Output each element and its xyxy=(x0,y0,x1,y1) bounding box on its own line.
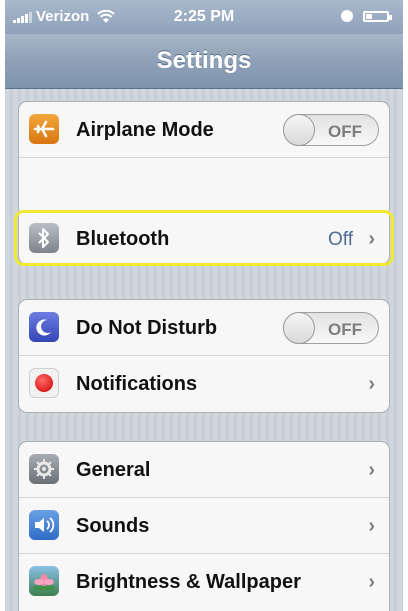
moon-icon xyxy=(29,312,59,342)
speaker-icon xyxy=(29,510,59,540)
battery-icon xyxy=(363,10,392,22)
settings-group-alerts: Do Not Disturb OFF Notifications › xyxy=(18,299,390,413)
do-not-disturb-toggle[interactable]: OFF xyxy=(283,312,379,344)
do-not-disturb-row[interactable]: Do Not Disturb OFF xyxy=(19,300,389,356)
sounds-row[interactable]: Sounds › xyxy=(19,498,389,554)
blank-row xyxy=(19,158,389,216)
rotation-lock-icon xyxy=(341,10,353,22)
status-bar: Verizon 2:25 PM xyxy=(5,0,403,34)
notifications-row[interactable]: Notifications › xyxy=(19,356,389,412)
iphone-screen: Verizon 2:25 PM Settings Airplane Mode O… xyxy=(5,0,403,611)
chevron-right-icon: › xyxy=(368,515,375,537)
airplane-mode-label: Airplane Mode xyxy=(76,119,214,141)
toggle-knob xyxy=(283,114,315,146)
bluetooth-icon xyxy=(29,223,59,253)
chevron-right-icon: › xyxy=(368,228,375,250)
do-not-disturb-label: Do Not Disturb xyxy=(76,317,218,339)
sounds-label: Sounds xyxy=(76,515,150,537)
settings-group-connectivity: Airplane Mode OFF xyxy=(18,101,390,217)
bluetooth-label: Bluetooth xyxy=(76,228,170,250)
chevron-right-icon: › xyxy=(368,459,375,481)
toggle-off-text: OFF xyxy=(328,320,362,339)
toggle-knob xyxy=(283,312,315,344)
chevron-right-icon: › xyxy=(368,373,375,395)
airplane-mode-toggle[interactable]: OFF xyxy=(283,114,379,146)
brightness-wallpaper-label: Brightness & Wallpaper xyxy=(76,571,301,593)
settings-group-device: General › Sounds › Brightness & Wallpape… xyxy=(18,441,390,611)
settings-list: Airplane Mode OFF Bluetooth Off › Do Not… xyxy=(5,89,403,611)
notifications-icon xyxy=(29,368,59,398)
flower-icon xyxy=(29,566,59,596)
gear-icon xyxy=(29,454,59,484)
chevron-right-icon: › xyxy=(368,571,375,593)
brightness-wallpaper-row[interactable]: Brightness & Wallpaper › xyxy=(19,554,389,610)
toggle-off-text: OFF xyxy=(328,122,362,141)
page-title: Settings xyxy=(156,47,252,74)
airplane-icon xyxy=(29,114,59,144)
notifications-label: Notifications xyxy=(76,373,198,395)
bluetooth-value: Off xyxy=(328,229,353,250)
navigation-bar: Settings xyxy=(5,34,403,89)
general-label: General xyxy=(76,459,151,481)
general-row[interactable]: General › xyxy=(19,442,389,498)
airplane-mode-row[interactable]: Airplane Mode OFF xyxy=(19,102,389,158)
settings-group-bluetooth: Bluetooth Off › xyxy=(18,213,390,265)
bluetooth-row[interactable]: Bluetooth Off › xyxy=(19,213,389,264)
